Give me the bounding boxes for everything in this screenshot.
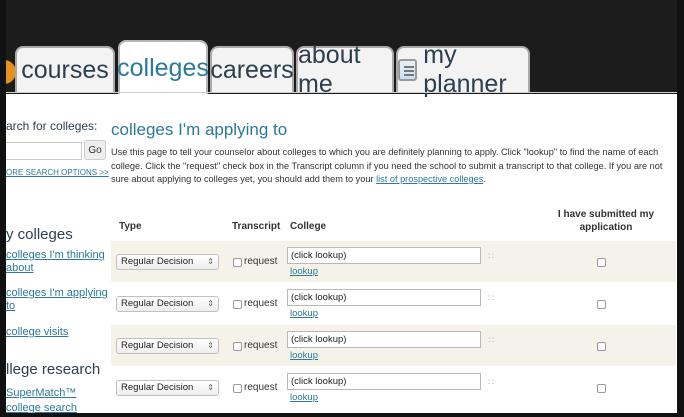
decision-type-select[interactable]: Regular Decision ⇕ [116, 296, 219, 312]
table-row: Regular Decision ⇕ request (click lookup)… [111, 367, 676, 408]
college-search-input[interactable] [6, 142, 82, 160]
submitted-checkbox[interactable] [597, 384, 606, 393]
tab-careers-label: careers [210, 55, 294, 84]
college-field-value: (click lookup) [291, 250, 347, 261]
table-row: Regular Decision ⇕ request (click lookup)… [111, 283, 676, 324]
college-field[interactable]: (click lookup) ∷ [287, 289, 494, 306]
decision-type-select[interactable]: Regular Decision ⇕ [116, 338, 219, 354]
planner-icon [398, 59, 418, 81]
lookup-link[interactable]: lookup [290, 308, 318, 319]
submitted-checkbox[interactable] [597, 258, 606, 267]
submitted-checkbox[interactable] [597, 300, 606, 309]
column-transcript: Transcript [232, 221, 281, 232]
resize-grip-icon: ∷ [488, 293, 494, 303]
prospective-colleges-link[interactable]: list of prospective colleges [376, 174, 483, 184]
sidebar-link-thinking-about[interactable]: colleges I'm thinking about [6, 249, 108, 275]
decision-type-value: Regular Decision [121, 382, 194, 393]
resize-grip-icon: ∷ [488, 377, 494, 387]
lookup-link[interactable]: lookup [290, 266, 318, 277]
college-search-label: arch for colleges: [6, 119, 98, 133]
college-field[interactable]: (click lookup) ∷ [287, 373, 494, 390]
lookup-link[interactable]: lookup [290, 350, 318, 361]
lookup-link[interactable]: lookup [290, 392, 318, 403]
college-field-value: (click lookup) [291, 334, 347, 345]
tab-divider [6, 92, 678, 93]
page-title: colleges I'm applying to [111, 120, 288, 139]
bottom-edge [0, 413, 684, 417]
column-college: College [290, 221, 327, 232]
transcript-request-checkbox[interactable] [233, 300, 242, 309]
table-header: Type Transcript College I have submitted… [111, 209, 676, 244]
my-colleges-heading: y colleges [6, 226, 73, 243]
request-label: request [244, 298, 278, 309]
tab-colleges[interactable]: colleges [117, 40, 209, 94]
more-search-options-link[interactable]: ORE SEARCH OPTIONS >> [6, 168, 109, 177]
decision-type-value: Regular Decision [121, 256, 194, 267]
tab-courses[interactable]: courses [15, 46, 115, 92]
sidebar-link-supermatch[interactable]: SuperMatch™ [6, 387, 108, 400]
column-submitted: I have submitted my application [557, 209, 655, 233]
tab-careers[interactable]: careers [210, 46, 294, 92]
college-field[interactable]: (click lookup) ∷ [287, 247, 494, 264]
table-row: Regular Decision ⇕ request (click lookup)… [111, 241, 676, 282]
resize-grip-icon: ∷ [488, 335, 494, 345]
select-arrows-icon: ⇕ [207, 383, 214, 392]
tab-about-me[interactable]: about me [296, 41, 394, 98]
select-arrows-icon: ⇕ [207, 257, 214, 266]
select-arrows-icon: ⇕ [207, 299, 214, 308]
request-label: request [244, 256, 278, 267]
college-research-heading: llege research [6, 361, 101, 378]
select-arrows-icon: ⇕ [207, 341, 214, 350]
table-row: Regular Decision ⇕ request (click lookup)… [111, 325, 676, 366]
college-field-value: (click lookup) [291, 292, 347, 303]
submitted-checkbox[interactable] [597, 342, 606, 351]
decision-type-select[interactable]: Regular Decision ⇕ [116, 380, 219, 396]
left-edge [0, 0, 6, 417]
tab-my-planner-label: my planner [423, 41, 507, 98]
tab-colleges-label: colleges [117, 53, 209, 82]
transcript-request-checkbox[interactable] [233, 384, 242, 393]
tab-courses-label: courses [21, 55, 109, 84]
right-edge [677, 0, 684, 417]
search-go-button[interactable]: Go [84, 140, 106, 160]
request-label: request [244, 382, 278, 393]
tab-my-planner[interactable]: my planner [396, 41, 530, 98]
decision-type-value: Regular Decision [121, 340, 194, 351]
sidebar-link-college-visits[interactable]: college visits [6, 326, 108, 339]
resize-grip-icon: ∷ [488, 251, 494, 261]
tab-about-me-label: about me [298, 41, 361, 98]
decision-type-value: Regular Decision [121, 298, 194, 309]
college-field-value: (click lookup) [291, 376, 347, 387]
sidebar-link-applying-to[interactable]: colleges I'm applying to [6, 287, 108, 313]
transcript-request-checkbox[interactable] [233, 258, 242, 267]
decision-type-select[interactable]: Regular Decision ⇕ [116, 254, 219, 270]
request-label: request [244, 340, 278, 351]
intro-end: . [483, 174, 486, 184]
intro-text: Use this page to tell your counselor abo… [111, 146, 673, 187]
column-type: Type [119, 221, 142, 232]
transcript-request-checkbox[interactable] [233, 342, 242, 351]
app-frame: courses colleges careers about me my pla… [0, 0, 684, 417]
college-field[interactable]: (click lookup) ∷ [287, 331, 494, 348]
